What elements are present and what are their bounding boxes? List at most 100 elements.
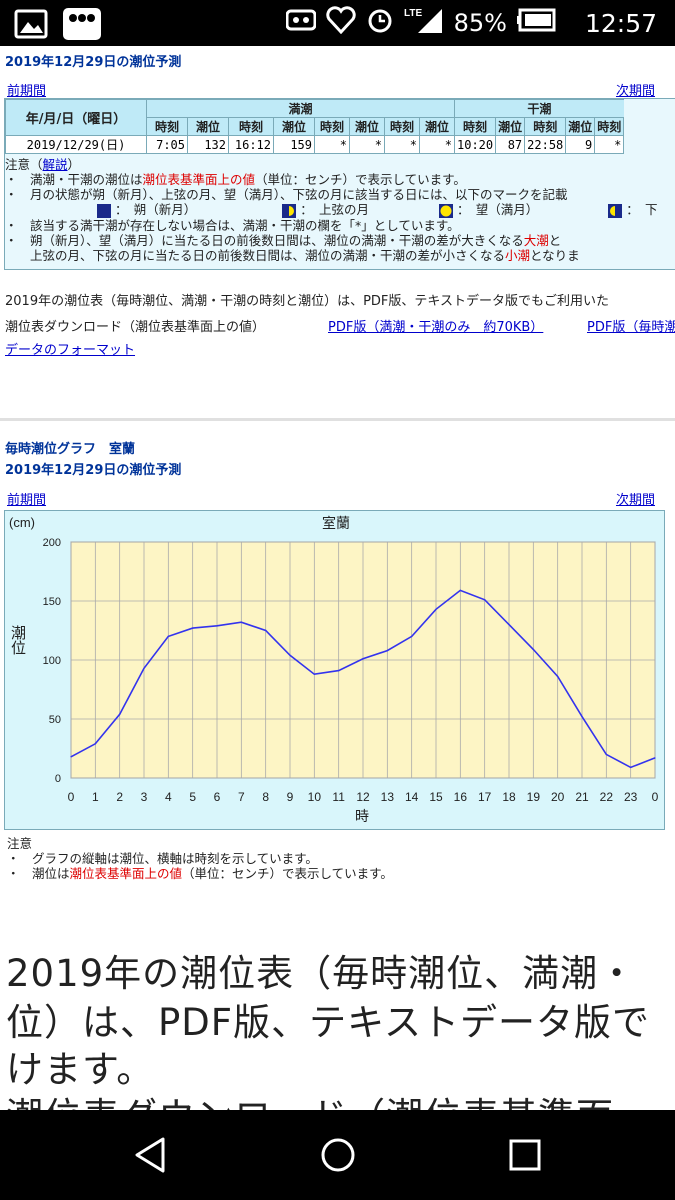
gallery-icon: [14, 8, 48, 44]
data-point: [459, 589, 461, 591]
x-tick-label: 5: [189, 790, 196, 804]
data-point: [119, 713, 121, 715]
subheader-cell: 時刻: [453, 117, 497, 136]
x-tick-label: 18: [502, 790, 516, 804]
x-tick-label: 23: [624, 790, 638, 804]
x-tick-label: 0: [652, 790, 659, 804]
subheader-cell: 時刻: [524, 117, 567, 136]
x-tick-label: 19: [527, 790, 541, 804]
divider: [0, 418, 675, 421]
x-tick-label: 10: [308, 790, 322, 804]
high-tide-header: 満潮: [146, 99, 455, 118]
data-point: [532, 648, 534, 650]
notes: 注意（解説） ・ 満潮・干潮の潮位は潮位表基準面上の値（単位：センチ）で表示して…: [5, 157, 658, 263]
table-cell: 7:05: [146, 135, 188, 154]
data-format-link[interactable]: データのフォーマット: [5, 339, 135, 358]
moon-legend: ： 朔（新月） ： 上弦の月 ： 望（満月） ： 下: [5, 202, 658, 218]
x-tick-label: 16: [454, 790, 468, 804]
chart-title: 室蘭: [322, 515, 350, 532]
data-point: [240, 621, 242, 623]
alarm-icon: [366, 6, 394, 40]
home-icon[interactable]: [318, 1135, 358, 1175]
vr-icon: [285, 8, 317, 38]
recents-icon[interactable]: [505, 1135, 545, 1175]
graph-next-period-link[interactable]: 次期間: [616, 489, 655, 508]
table-cell: *: [594, 135, 625, 154]
status-bar: LTE 85% 12:57: [0, 0, 675, 46]
table-cell: 9: [565, 135, 596, 154]
y-tick-label: 50: [49, 714, 61, 726]
x-tick-label: 17: [478, 790, 492, 804]
note-line: ・ 該当する満干潮が存在しない場合は、満潮・干潮の欄を「*」としています。: [5, 217, 460, 233]
table-cell: 16:12: [228, 135, 274, 154]
x-tick-label: 2: [116, 790, 123, 804]
subheader-cell: 潮位: [349, 117, 385, 136]
data-point: [216, 625, 218, 627]
full-moon-icon: [439, 203, 453, 218]
page-title: 2019年12月29日の潮位予測: [5, 55, 182, 70]
note-line: 上弦の月、下弦の月に当たる日の前後数日間は、潮位の満潮・干潮の差が小さくなる小潮…: [5, 247, 580, 263]
low-tide-header: 干潮: [453, 99, 624, 118]
table-cell: 22:58: [524, 135, 567, 154]
data-point: [508, 624, 510, 626]
subheader-cell: 潮位: [187, 117, 229, 136]
x-tick-label: 7: [238, 790, 245, 804]
data-point: [289, 654, 291, 656]
date-header: 年/月/日（曜日）: [5, 99, 147, 136]
pdf-highlow-link[interactable]: PDF版（満潮・干潮のみ 約70KB）: [328, 316, 543, 335]
next-period-link[interactable]: 次期間: [616, 80, 655, 99]
rakuma-app-icon: [62, 7, 102, 45]
y-tick-label: 0: [55, 773, 61, 785]
x-axis-label: 時: [355, 809, 369, 825]
x-tick-label: 13: [381, 790, 395, 804]
subheader-cell: 時刻: [228, 117, 274, 136]
note-line: ・ 朔（新月）、望（満月）に当たる日の前後数日間は、潮位の満潮・干潮の差が大きく…: [5, 232, 562, 248]
x-tick-label: 4: [165, 790, 172, 804]
download-label: 潮位表ダウンロード（潮位表基準面上の値）: [5, 320, 266, 335]
data-point: [581, 716, 583, 718]
large-text-line: 位）は、PDF版、テキストデータ版で: [6, 1001, 650, 1044]
x-tick-label: 3: [141, 790, 148, 804]
graph-prev-period-link[interactable]: 前期間: [7, 489, 46, 508]
graph-subtitle: 2019年12月29日の潮位予測: [5, 463, 182, 478]
x-tick-label: 14: [405, 790, 419, 804]
x-tick-label: 20: [551, 790, 565, 804]
x-tick-label: 6: [214, 790, 221, 804]
subheader-cell: 時刻: [314, 117, 350, 136]
x-tick-label: 15: [429, 790, 443, 804]
table-cell: 159: [273, 135, 315, 154]
tide-table: 年/月/日（曜日） 満潮 干潮 時刻 潮位 時刻 潮位 時刻 潮位 時刻 潮位 時刻 潮位 時刻 潮位…: [5, 99, 625, 154]
subheader-cell: 潮位: [419, 117, 455, 136]
x-tick-label: 9: [287, 790, 294, 804]
data-point: [654, 757, 656, 759]
table-cell: *: [314, 135, 350, 154]
tide-chart: (cm) 室蘭 潮位 時 0 1 2 3 4 5 6 7 8 9 10 11 12 13 14 15 16 17 1…: [9, 515, 659, 825]
signal-icon: LTE: [404, 5, 444, 41]
x-tick-label: 21: [575, 790, 589, 804]
data-point: [362, 658, 364, 660]
navigation-bar: [0, 1110, 675, 1200]
table-cell: *: [384, 135, 420, 154]
data-point: [313, 673, 315, 675]
graph-note: ・ 潮位は潮位表基準面上の値（単位：センチ）で表示しています。: [7, 866, 393, 881]
subheader-cell: 潮位: [273, 117, 315, 136]
prev-period-link[interactable]: 前期間: [7, 80, 46, 99]
web-page[interactable]: 2019年12月29日の潮位予測 前期間 次期間 年/月/日（曜日） 満潮 干潮…: [0, 46, 675, 1110]
notes-heading: 注意（解説）: [5, 157, 81, 172]
y-tick-label: 100: [43, 655, 61, 667]
tide-chart-box: (cm) 室蘭 潮位 時 0 1 2 3 4 5 6 7 8 9 10 11 12 13 14 15 16 17 1…: [4, 510, 665, 830]
x-tick-label: 8: [262, 790, 269, 804]
heart-icon: [325, 6, 356, 40]
battery-percent: 85%: [453, 9, 507, 37]
pdf-hourly-link[interactable]: PDF版（毎時潮: [587, 316, 675, 335]
data-point: [386, 649, 388, 652]
note-line: ・ 満潮・干潮の潮位は潮位表基準面上の値（単位：センチ）で表示しています。: [5, 172, 466, 187]
plot-area: 0 1 2 3 4 5 6 7 8 9 10 11 12 13 14 15 16 17 18 19 20 21 22 23 00…: [43, 537, 659, 804]
data-point: [70, 756, 72, 758]
table-cell: 87: [495, 135, 526, 154]
explain-link[interactable]: 解説: [43, 157, 68, 172]
data-point: [435, 608, 437, 610]
data-point: [167, 635, 169, 637]
data-point: [630, 766, 632, 768]
back-icon[interactable]: [133, 1135, 169, 1175]
